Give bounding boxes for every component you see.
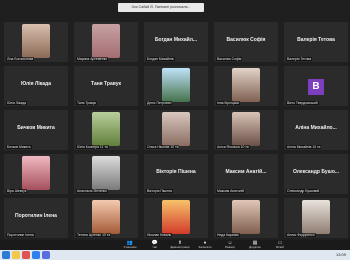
participant-name: Валерія Тетова xyxy=(286,57,313,61)
share-screen-button[interactable]: ⬆ Демонстрація xyxy=(170,240,190,250)
participant-photo xyxy=(92,24,120,58)
meeting-toolbar: 👥 Учасники 💬 Чат ⬆ Демонстрація ● Записа… xyxy=(0,240,350,250)
participant-photo xyxy=(92,112,120,146)
participant-center-name: Василюк Софія xyxy=(226,37,266,43)
participant-center-name: Максим Анатій... xyxy=(225,169,267,175)
participants-button[interactable]: 👥 Учасники xyxy=(120,240,140,250)
participant-tile[interactable]: Тетяна Ціленко 10 та xyxy=(74,198,138,238)
participant-name: Деніс Петрович xyxy=(146,101,173,105)
participant-name: Анастасія Зінченко xyxy=(76,189,108,193)
participant-name: Віра Шевчук xyxy=(6,189,28,193)
participant-name: Ольга Ніколяє 10 та xyxy=(146,145,180,149)
participant-name: Вікторія Пішена xyxy=(146,189,173,193)
participant-center-name: Богдан Михайл... xyxy=(154,37,198,43)
participant-tile[interactable]: Марина Артеменко xyxy=(74,22,138,62)
participant-photo xyxy=(232,112,260,146)
participant-center-name: Олександр Бушо... xyxy=(292,169,340,175)
participant-tile[interactable]: Ольга Ніколяє 10 та xyxy=(144,110,208,150)
clock: 13:09 xyxy=(335,252,346,257)
participant-tile[interactable]: Василюк Софія Василюк Софія xyxy=(214,22,278,62)
participant-photo xyxy=(162,200,190,234)
participant-name: Алекс Федоренко xyxy=(286,233,316,237)
notification-banner: Зоя Сабай Й. Паніматі розпочала... xyxy=(118,3,204,12)
participant-tile[interactable]: Таня Травук Таня Травук xyxy=(74,66,138,106)
participant-tile[interactable]: Алекс Федоренко xyxy=(284,198,348,238)
participant-tile[interactable]: Юлія Кооперя 11 та xyxy=(74,110,138,150)
windows-taskbar: 13:09 xyxy=(0,250,350,260)
participant-tile[interactable]: Юлія Лікада Юлія Лікада xyxy=(4,66,68,106)
zoom-icon[interactable] xyxy=(32,251,40,259)
participant-tile[interactable]: B Вікто Твердовський xyxy=(284,66,348,106)
record-button[interactable]: ● Записати xyxy=(195,240,215,250)
participant-photo xyxy=(162,112,190,146)
participant-name: Ніколає Коваль xyxy=(146,233,173,237)
participant-tile[interactable]: Олександр Бушо... Олександр Бушовий xyxy=(284,154,348,194)
participant-name: Богдан Михайлів xyxy=(146,57,175,61)
app-icon[interactable] xyxy=(42,251,50,259)
participant-name: Неда Карасик xyxy=(216,233,240,237)
whiteboard-button[interactable]: ▭ Білий xyxy=(270,240,290,250)
participant-name: Марина Артеменко xyxy=(76,57,109,61)
avatar: B xyxy=(308,79,324,95)
participant-name: Інна Кірніцька xyxy=(216,101,240,105)
participant-photo xyxy=(232,68,260,102)
participant-tile[interactable]: Неда Карасик xyxy=(214,198,278,238)
participant-tile[interactable]: Анастасія Зінченко xyxy=(74,154,138,194)
participant-name: Юлія Лікада xyxy=(6,101,28,105)
participant-photo xyxy=(232,200,260,234)
participant-tile[interactable]: Деніс Петрович xyxy=(144,66,208,106)
participant-center-name: Бичков Микита xyxy=(17,125,55,131)
participant-name: Василюк Софія xyxy=(216,57,243,61)
participant-center-name: Таня Травук xyxy=(91,81,121,87)
participant-tile[interactable]: Аліна Михайло... Аліна Михайлів 10 та xyxy=(284,110,348,150)
participant-photo xyxy=(92,156,120,190)
start-icon[interactable] xyxy=(2,251,10,259)
participant-photo xyxy=(162,68,190,102)
reactions-button[interactable]: ☺ Реакції xyxy=(220,240,240,250)
participant-tile[interactable]: Валерія Тетова Валерія Тетова xyxy=(284,22,348,62)
participant-photo xyxy=(92,200,120,234)
participant-tile[interactable]: Поротилин Ілена Поротилин Ілена xyxy=(4,198,68,238)
participant-tile[interactable]: Аліса Яноська 10 та xyxy=(214,110,278,150)
participant-photo xyxy=(22,156,50,190)
participant-name: Ліза Богомолова xyxy=(6,57,35,61)
chat-button[interactable]: 💬 Чат xyxy=(145,240,165,250)
participant-name: Олександр Бушовий xyxy=(286,189,321,193)
participant-center-name: Аліна Михайло... xyxy=(295,125,337,131)
participant-tile[interactable]: Віра Шевчук xyxy=(4,154,68,194)
participant-center-name: Юлія Лікада xyxy=(20,81,52,87)
participant-name: Тетяна Ціленко 10 та xyxy=(76,233,112,237)
participant-center-name: Поротилин Ілена xyxy=(15,213,57,219)
participant-name: Максим Анатолій xyxy=(216,189,246,193)
participant-tile[interactable]: Максим Анатій... Максим Анатолій xyxy=(214,154,278,194)
video-grid: Ліза Богомолова Марина Артеменко Богдан … xyxy=(0,20,350,240)
apps-button[interactable]: ▦ Додатки xyxy=(245,240,265,250)
participant-name: Таня Травук xyxy=(76,101,98,105)
participant-name: Поротилин Ілена xyxy=(6,233,35,237)
participant-name: Вікто Твердовський xyxy=(286,101,319,105)
participant-photo xyxy=(302,200,330,234)
folder-icon[interactable] xyxy=(12,251,20,259)
participant-tile[interactable]: Ніколає Коваль xyxy=(144,198,208,238)
participant-tile[interactable]: Інна Кірніцька xyxy=(214,66,278,106)
participant-tile[interactable]: Ліза Богомолова xyxy=(4,22,68,62)
participant-name: Аліна Михайлів 10 та xyxy=(286,145,322,149)
participant-tile[interactable]: Богдан Михайл... Богдан Михайлів xyxy=(144,22,208,62)
participant-name: Бичков Микита xyxy=(6,145,32,149)
browser-icon[interactable] xyxy=(22,251,30,259)
participant-tile[interactable]: Вікторія Пішена Вікторія Пішена xyxy=(144,154,208,194)
participant-center-name: Валерія Тетова xyxy=(297,37,335,43)
participant-tile[interactable]: Бичков Микита Бичков Микита xyxy=(4,110,68,150)
participant-name: Аліса Яноська 10 та xyxy=(216,145,250,149)
participant-photo xyxy=(22,24,50,58)
participant-center-name: Вікторія Пішена xyxy=(156,169,196,175)
participant-name: Юлія Кооперя 11 та xyxy=(76,145,109,149)
